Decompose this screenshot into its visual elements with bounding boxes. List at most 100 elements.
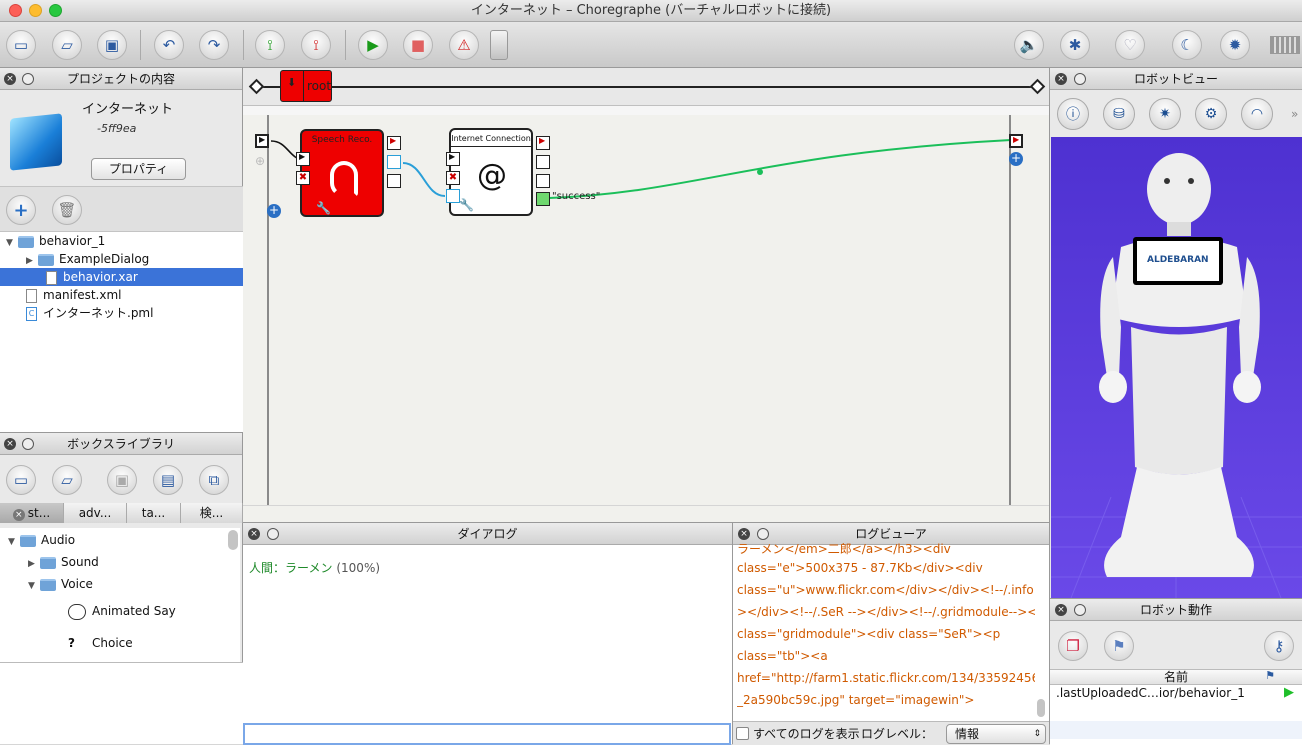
library-item-voice[interactable]: ▼ Voice bbox=[28, 575, 93, 593]
new-project-button[interactable]: ▭ bbox=[6, 30, 36, 60]
tree-item-behavior_1[interactable]: ▼ behavior_1 bbox=[6, 232, 105, 250]
play-behavior-icon[interactable]: ▶ bbox=[1284, 685, 1294, 700]
library-save-button[interactable]: ▣ bbox=[107, 465, 137, 495]
zoom-window-button[interactable] bbox=[49, 4, 62, 17]
tree-item-exampledialog[interactable]: ▶ ExampleDialog bbox=[26, 250, 149, 268]
motion-row-name: .lastUploadedC…ior/behavior_1 bbox=[1056, 686, 1245, 700]
internet-onstop-input[interactable]: ✖ bbox=[446, 171, 460, 185]
open-project-button[interactable]: ▱ bbox=[52, 30, 82, 60]
robot-sonar-button[interactable]: ◠ bbox=[1241, 98, 1273, 130]
rest-button[interactable]: ☾ bbox=[1172, 30, 1202, 60]
success-label: "success" bbox=[552, 191, 601, 202]
close-panel-icon[interactable]: × bbox=[4, 438, 16, 450]
dialog-input[interactable] bbox=[243, 723, 731, 745]
robot-model bbox=[1051, 153, 1302, 598]
posture-button[interactable]: ✱ bbox=[1060, 30, 1090, 60]
tree-item-pml[interactable]: C インターネット.pml bbox=[26, 304, 153, 322]
log-level-label: ログレベル： bbox=[861, 727, 934, 741]
save-project-button[interactable]: ▣ bbox=[97, 30, 127, 60]
library-item-animated-say[interactable]: Animated Say bbox=[68, 602, 176, 620]
close-panel-icon[interactable]: × bbox=[248, 528, 260, 540]
close-panel-icon[interactable]: × bbox=[738, 528, 750, 540]
toolbar-slider[interactable] bbox=[490, 30, 508, 60]
add-output-icon[interactable]: + bbox=[1009, 152, 1023, 166]
close-tab-icon[interactable]: × bbox=[12, 509, 25, 521]
project-id: -5ff9ea bbox=[97, 122, 137, 135]
play-button[interactable]: ▶ bbox=[358, 30, 388, 60]
volume-button[interactable]: 🔈 bbox=[1014, 30, 1044, 60]
speech-onstopped-output[interactable]: ▶ bbox=[387, 136, 401, 150]
float-panel-icon[interactable] bbox=[22, 73, 34, 85]
delete-file-button[interactable]: 🗑 bbox=[52, 195, 82, 225]
internet-output-2[interactable] bbox=[536, 155, 550, 169]
properties-button[interactable]: プロパティ bbox=[91, 158, 186, 180]
show-all-logs-checkbox[interactable] bbox=[736, 727, 749, 740]
gear-icon: ⚙ bbox=[1204, 106, 1218, 122]
tree-item-behavior-xar[interactable]: behavior.xar bbox=[0, 268, 243, 286]
robot-settings-button[interactable]: ⚙ bbox=[1195, 98, 1227, 130]
disconnect-button[interactable]: ⟟ bbox=[301, 30, 331, 60]
close-panel-icon[interactable]: × bbox=[1055, 73, 1067, 85]
wake-button[interactable]: ✹ bbox=[1220, 30, 1250, 60]
internet-onstart-input[interactable]: ▶ bbox=[446, 152, 460, 166]
log-line: class="tb"><a bbox=[737, 649, 828, 663]
undo-button[interactable]: ↶ bbox=[154, 30, 184, 60]
debug-button[interactable]: ⚠ bbox=[449, 30, 479, 60]
library-open-button[interactable]: ▱ bbox=[52, 465, 82, 495]
float-panel-icon[interactable] bbox=[1074, 604, 1086, 616]
library-export-button[interactable]: ▤ bbox=[153, 465, 183, 495]
speech-word-output[interactable] bbox=[387, 155, 401, 169]
library-tab-standard[interactable]: × st... bbox=[0, 503, 64, 523]
float-panel-icon[interactable] bbox=[757, 528, 769, 540]
library-item-audio[interactable]: ▼ Audio bbox=[8, 531, 75, 549]
speech-other-output[interactable] bbox=[387, 174, 401, 188]
library-tab-search[interactable]: 検... bbox=[181, 503, 243, 523]
internet-onword-input[interactable] bbox=[446, 189, 460, 203]
add-parameter-icon[interactable]: + bbox=[267, 204, 281, 218]
library-tab-template[interactable]: ta... bbox=[127, 503, 181, 523]
minimize-window-button[interactable] bbox=[29, 4, 42, 17]
motion-key-button[interactable]: ⚷ bbox=[1264, 631, 1294, 661]
library-tab-advanced[interactable]: adv... bbox=[64, 503, 127, 523]
speech-onstart-input[interactable]: ▶ bbox=[296, 152, 310, 166]
motion-row[interactable]: .lastUploadedC…ior/behavior_1 ▶ bbox=[1050, 685, 1302, 703]
close-panel-icon[interactable]: × bbox=[4, 73, 16, 85]
speech-onstop-input[interactable]: ✖ bbox=[296, 171, 310, 185]
onstart-input[interactable]: ▶ bbox=[255, 134, 269, 148]
robot-3d-view[interactable]: ALDEBARAN bbox=[1051, 137, 1302, 598]
add-file-button[interactable]: + bbox=[6, 195, 36, 225]
log-line: href="http://farm1.static.flickr.com/134… bbox=[737, 671, 1035, 685]
float-panel-icon[interactable] bbox=[1074, 73, 1086, 85]
internet-onstopped-output[interactable]: ▶ bbox=[536, 136, 550, 150]
close-window-button[interactable] bbox=[9, 4, 22, 17]
redo-button[interactable]: ↷ bbox=[199, 30, 229, 60]
internet-output-3[interactable] bbox=[536, 174, 550, 188]
robot-info-button[interactable]: ⓘ bbox=[1057, 98, 1089, 130]
motion-stop-all-button[interactable]: ❐ bbox=[1058, 631, 1088, 661]
onstop-output[interactable]: ▶ bbox=[1009, 134, 1023, 148]
float-panel-icon[interactable] bbox=[267, 528, 279, 540]
library-new-button[interactable]: ▭ bbox=[6, 465, 36, 495]
library-copy-button[interactable]: ⧉ bbox=[199, 465, 229, 495]
close-panel-icon[interactable]: × bbox=[1055, 604, 1067, 616]
connect-button[interactable]: ⟟ bbox=[255, 30, 285, 60]
motion-flag-button[interactable]: ⚑ bbox=[1104, 631, 1134, 661]
more-chevron-icon[interactable]: » bbox=[1291, 107, 1298, 121]
library-item-choice[interactable]: ? Choice bbox=[68, 634, 133, 652]
wrench-icon[interactable]: 🔧 bbox=[459, 198, 474, 212]
stop-button[interactable]: ■ bbox=[403, 30, 433, 60]
speech-reco-box[interactable]: Speech Reco. 🔧 bbox=[300, 129, 384, 217]
library-scrollbar[interactable] bbox=[228, 530, 238, 550]
library-item-sound[interactable]: ▶ Sound bbox=[28, 553, 99, 571]
tree-item-manifest[interactable]: manifest.xml bbox=[26, 286, 122, 304]
wrench-icon[interactable]: 🔧 bbox=[316, 201, 331, 215]
internet-connection-box[interactable]: Internet Connection @ 🔧 bbox=[449, 128, 533, 216]
life-button[interactable]: ♡ bbox=[1115, 30, 1145, 60]
internet-success-output[interactable] bbox=[536, 192, 550, 206]
log-level-select[interactable]: 情報 ⇕ bbox=[946, 724, 1046, 744]
log-scrollbar[interactable] bbox=[1037, 699, 1045, 717]
robot-joint-button[interactable]: ⛁ bbox=[1103, 98, 1135, 130]
add-input-icon[interactable]: ⊕ bbox=[255, 154, 265, 168]
robot-collision-button[interactable]: ✷ bbox=[1149, 98, 1181, 130]
float-panel-icon[interactable] bbox=[22, 438, 34, 450]
